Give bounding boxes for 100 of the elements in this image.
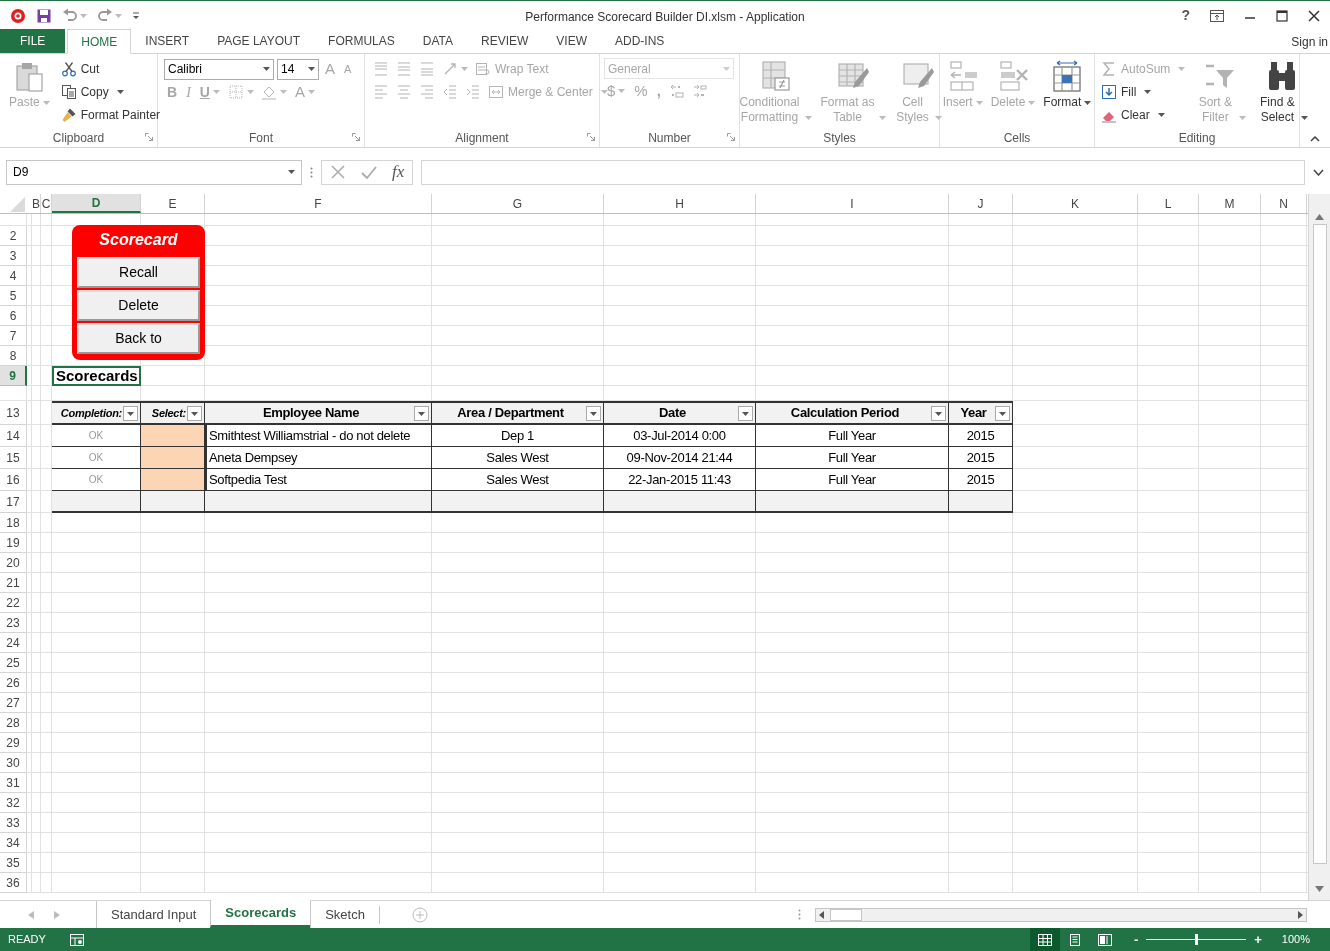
customize-icon[interactable] [132, 11, 140, 20]
name-box[interactable]: D9 [6, 159, 302, 185]
row-header[interactable]: 20 [0, 553, 27, 573]
row-header[interactable]: 27 [0, 693, 27, 713]
help-button[interactable]: ? [1181, 5, 1190, 26]
dialog-launcher-icon[interactable] [587, 133, 595, 141]
row-header[interactable]: 25 [0, 653, 27, 673]
macro-record-icon[interactable] [69, 933, 84, 946]
scroll-thumb[interactable] [830, 908, 862, 921]
row-header[interactable]: 18 [0, 513, 27, 533]
macro-button[interactable]: Delete [77, 290, 200, 321]
insert-function-button[interactable]: fx [392, 159, 405, 185]
row-header[interactable]: 4 [0, 266, 27, 286]
row-header[interactable]: 6 [0, 306, 27, 326]
row-header[interactable]: 15 [0, 447, 27, 469]
ribbon-button[interactable]: Find & Select [1253, 58, 1312, 125]
scroll-down-icon[interactable] [1315, 886, 1324, 892]
ribbon-display-icon[interactable] [1210, 9, 1224, 22]
filter-dropdown[interactable] [414, 406, 429, 421]
add-sheet-icon[interactable] [411, 906, 428, 923]
filter-dropdown[interactable] [738, 406, 753, 421]
filter-dropdown[interactable] [931, 406, 946, 421]
save-icon[interactable] [36, 7, 52, 24]
row-header[interactable]: 8 [0, 346, 27, 366]
row-header[interactable]: 34 [0, 833, 27, 853]
menu-tab[interactable]: INSERT [131, 29, 204, 53]
select-cell[interactable] [141, 447, 205, 469]
menu-tab[interactable]: REVIEW [467, 29, 543, 53]
row-header[interactable]: 2 [0, 226, 27, 246]
dropdown-field[interactable]: Calibri [164, 58, 274, 80]
zoom-thumb[interactable] [1194, 934, 1198, 945]
macro-button[interactable]: Back to [77, 323, 200, 354]
sign-in-link[interactable]: Sign in [1291, 32, 1330, 51]
row-header[interactable]: 14 [0, 425, 27, 447]
menu-tab[interactable]: VIEW [542, 29, 601, 53]
horizontal-scrollbar[interactable] [815, 907, 1307, 922]
close-icon[interactable] [1308, 9, 1320, 22]
ribbon-button[interactable]: Format Painter [58, 104, 163, 126]
app-icon[interactable] [10, 7, 26, 24]
filter-dropdown[interactable] [995, 406, 1010, 421]
scroll-thumb[interactable] [1312, 224, 1327, 864]
ribbon-button[interactable]: Fill [1099, 81, 1188, 103]
row-header[interactable]: 30 [0, 753, 27, 773]
select-cell[interactable] [141, 469, 205, 491]
previous-sheet-icon[interactable] [28, 910, 34, 919]
maximize-icon[interactable] [1276, 9, 1288, 22]
row-header[interactable]: 17 [0, 491, 27, 513]
formula-input[interactable] [421, 159, 1305, 185]
dropdown-field[interactable]: 14 [277, 58, 319, 80]
enter-icon[interactable] [360, 164, 378, 180]
view-button[interactable] [1029, 928, 1060, 951]
next-sheet-icon[interactable] [54, 910, 60, 919]
row-header[interactable]: 21 [0, 573, 27, 593]
ribbon-button[interactable]: Format [1040, 58, 1095, 110]
filter-dropdown[interactable] [187, 406, 202, 421]
sheet-tab[interactable]: Scorecards [210, 900, 311, 928]
sheet-title-cell[interactable]: Scorecards [52, 366, 141, 386]
row-header[interactable]: 33 [0, 813, 27, 833]
row-header[interactable]: 23 [0, 613, 27, 633]
zoom-slider[interactable] [1146, 934, 1247, 945]
row-header[interactable]: 16 [0, 469, 27, 491]
row-header[interactable]: 19 [0, 533, 27, 553]
dialog-launcher-icon[interactable] [145, 133, 153, 141]
row-header[interactable]: 9 [0, 366, 27, 386]
ribbon-button[interactable]: Copy [58, 81, 163, 103]
row-header[interactable]: 5 [0, 286, 27, 306]
row-header[interactable]: 7 [0, 326, 27, 346]
vertical-scrollbar[interactable] [1308, 194, 1330, 900]
filter-dropdown[interactable] [586, 406, 601, 421]
row-header[interactable]: 31 [0, 773, 27, 793]
row-header[interactable]: 26 [0, 673, 27, 693]
undo-icon[interactable] [62, 7, 78, 24]
row-header[interactable]: 22 [0, 593, 27, 613]
menu-tab[interactable]: DATA [408, 29, 467, 53]
scroll-up-icon[interactable] [1315, 214, 1324, 220]
row-header[interactable]: 24 [0, 633, 27, 653]
ribbon-button[interactable]: Cut [58, 58, 163, 80]
menu-tab[interactable]: ADD-INS [601, 29, 679, 53]
zoom-out-button[interactable]: - [1133, 929, 1139, 950]
zoom-in-button[interactable]: + [1254, 929, 1262, 950]
macro-button[interactable]: Recall [77, 257, 200, 288]
menu-tab[interactable]: PAGE LAYOUT [203, 29, 315, 53]
ribbon-button[interactable]: Clear [1099, 104, 1188, 126]
column-header[interactable]: D [52, 194, 141, 213]
dialog-launcher-icon[interactable] [352, 133, 360, 141]
cancel-icon[interactable] [330, 164, 346, 180]
expand-formula-icon[interactable] [1313, 168, 1324, 176]
row-header[interactable]: 35 [0, 853, 27, 873]
row-header[interactable]: 29 [0, 733, 27, 753]
row-header[interactable]: 36 [0, 873, 27, 893]
column-header[interactable]: C [41, 194, 52, 213]
row-header[interactable]: 28 [0, 713, 27, 733]
row-header[interactable]: 3 [0, 246, 27, 266]
dialog-launcher-icon[interactable] [727, 133, 735, 141]
menu-tab[interactable]: FORMULAS [314, 29, 409, 53]
row-header[interactable]: 32 [0, 793, 27, 813]
menu-tab[interactable]: HOME [67, 29, 132, 54]
row-header[interactable]: 13 [0, 401, 27, 425]
redo-icon[interactable] [97, 7, 113, 24]
filter-dropdown[interactable] [123, 406, 138, 421]
